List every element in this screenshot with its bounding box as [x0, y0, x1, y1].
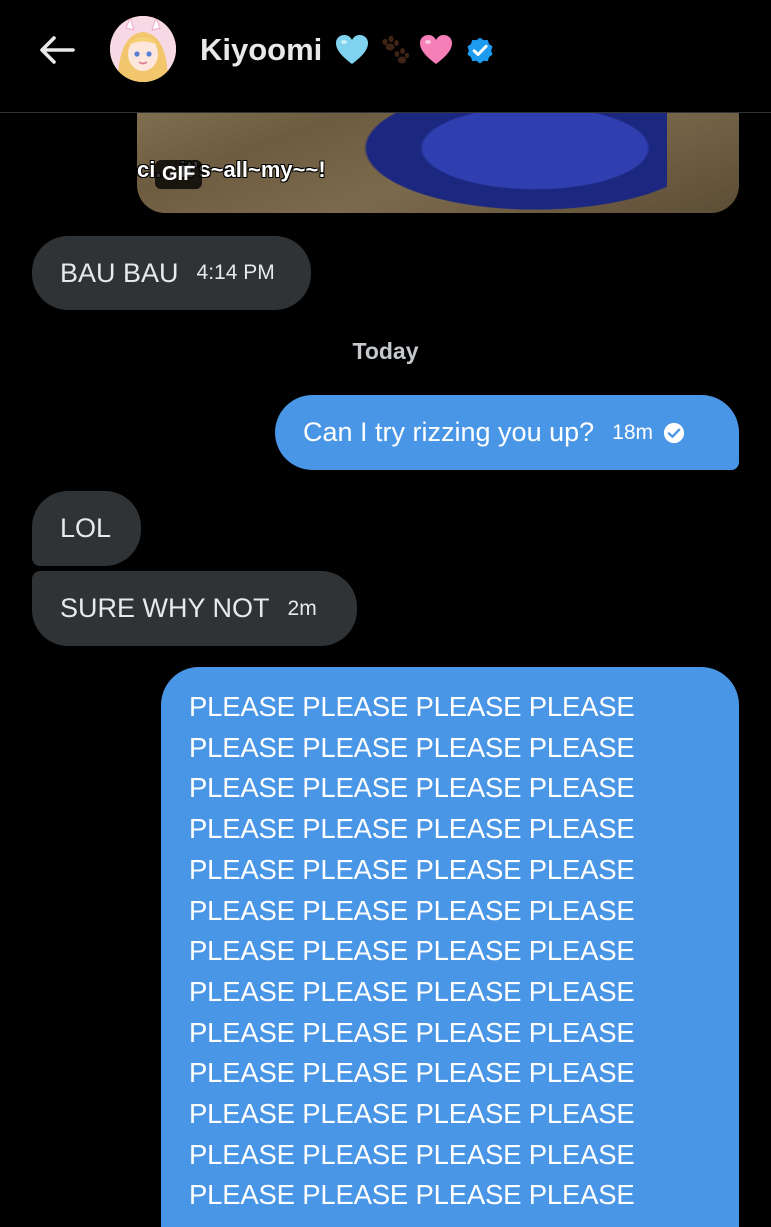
sent-check-icon [663, 422, 685, 443]
chat-thread: ci... it's~all~my~~! GIF BAU BAU 4:14 PM… [0, 0, 771, 1227]
message-incoming[interactable]: LOL [32, 491, 141, 566]
arrow-left-icon [40, 36, 75, 64]
message-text: BAU BAU [60, 257, 179, 288]
message-time: 4:14 PM [196, 261, 275, 284]
message-outgoing[interactable]: PLEASE PLEASE PLEASE PLEASE PLEASE PLEAS… [161, 667, 739, 1227]
gif-figure [337, 100, 667, 213]
message-text: Can I try rizzing you up? [303, 417, 595, 447]
avatar-image [110, 16, 176, 82]
message-time: 18m [612, 420, 653, 444]
message-incoming[interactable]: SURE WHY NOT 2m [32, 571, 357, 646]
conversation-header: Kiyoomi [0, 0, 771, 113]
message-time: 2m [287, 596, 317, 620]
light-blue-heart-icon [336, 35, 369, 64]
gif-badge: GIF [155, 160, 203, 189]
message-incoming[interactable]: BAU BAU 4:14 PM [32, 236, 311, 310]
pink-heart-icon [420, 35, 453, 64]
message-text: PLEASE PLEASE PLEASE PLEASE PLEASE PLEAS… [189, 691, 635, 1211]
verified-badge-icon [467, 37, 493, 64]
message-text: LOL [60, 513, 112, 543]
contact-name: Kiyoomi [200, 32, 323, 67]
date-separator: Today [352, 338, 419, 364]
conversation-title[interactable]: Kiyoomi [200, 26, 496, 74]
paw-prints-icon [382, 35, 410, 64]
avatar[interactable] [110, 16, 176, 82]
message-outgoing[interactable]: Can I try rizzing you up? 18m [275, 395, 739, 470]
message-text: SURE WHY NOT [60, 593, 270, 623]
back-button[interactable] [30, 28, 84, 72]
